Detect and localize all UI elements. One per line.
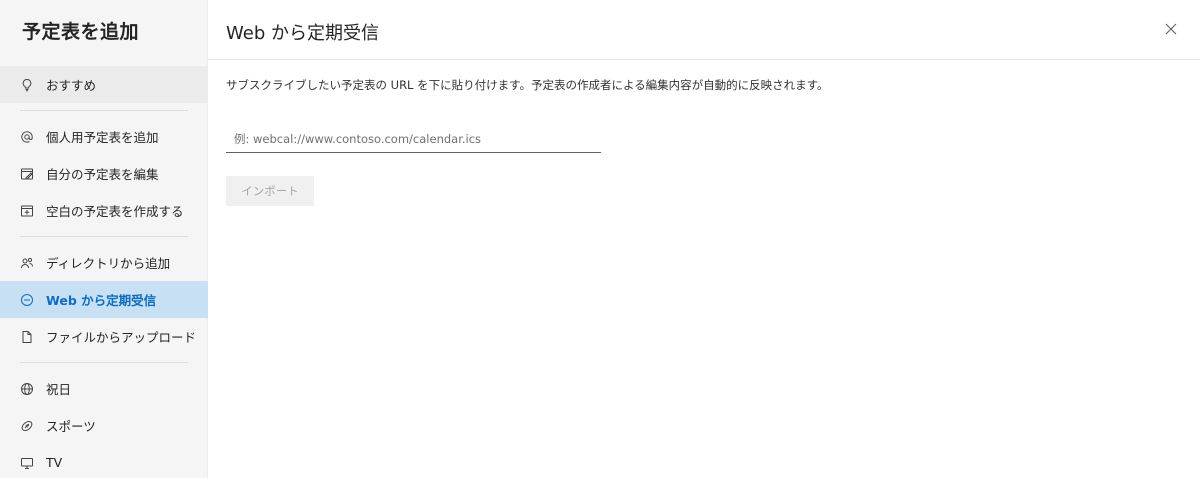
sidebar-item-create-blank[interactable]: 空白の予定表を作成する bbox=[0, 192, 208, 229]
import-button[interactable]: インポート bbox=[226, 176, 314, 206]
sports-ball-icon bbox=[20, 419, 34, 433]
globe-icon bbox=[20, 382, 34, 396]
sidebar-item-label: スポーツ bbox=[46, 419, 96, 434]
page-title: Web から定期受信 bbox=[226, 23, 379, 44]
sidebar-item-label: 祝日 bbox=[46, 382, 72, 397]
at-sign-icon bbox=[20, 130, 34, 144]
sidebar-item-subscribe-web[interactable]: Web から定期受信 bbox=[0, 281, 208, 318]
sidebar-title: 予定表を追加 bbox=[22, 21, 140, 43]
calendar-add-icon bbox=[20, 204, 34, 218]
sidebar-item-upload-file[interactable]: ファイルからアップロード bbox=[0, 318, 208, 355]
sidebar-item-sports[interactable]: スポーツ bbox=[0, 407, 208, 444]
divider bbox=[20, 110, 188, 111]
close-button[interactable] bbox=[1160, 18, 1182, 40]
document-upload-icon bbox=[20, 330, 34, 344]
people-search-icon bbox=[20, 256, 34, 270]
description-text: サブスクライブしたい予定表の URL を下に貼り付けます。予定表の作成者による編… bbox=[226, 78, 829, 92]
sidebar-nav: おすすめ 個人用予定表を追加 自分の予定表を編集 空白の予定表を作成する ディレ… bbox=[0, 66, 208, 478]
sidebar-item-from-directory[interactable]: ディレクトリから追加 bbox=[0, 244, 208, 281]
sidebar-item-holidays[interactable]: 祝日 bbox=[0, 370, 208, 407]
subscribe-icon bbox=[20, 293, 34, 307]
add-calendar-dialog: 予定表を追加 おすすめ 個人用予定表を追加 自分の予定表を編集 空白の予定表を作… bbox=[0, 0, 1200, 478]
tv-icon bbox=[20, 456, 34, 470]
calendar-edit-icon bbox=[20, 167, 34, 181]
close-icon bbox=[1165, 23, 1177, 35]
sidebar-item-label: 自分の予定表を編集 bbox=[46, 167, 159, 182]
main-header: Web から定期受信 bbox=[208, 0, 1200, 60]
sidebar-item-label: 個人用予定表を追加 bbox=[46, 130, 159, 145]
lightbulb-icon bbox=[20, 78, 34, 92]
main-panel: Web から定期受信 サブスクライブしたい予定表の URL を下に貼り付けます。… bbox=[208, 0, 1200, 478]
sidebar-item-label: おすすめ bbox=[46, 78, 97, 93]
sidebar-item-label: TV bbox=[46, 455, 63, 470]
sidebar-item-label: ディレクトリから追加 bbox=[46, 256, 171, 271]
sidebar: 予定表を追加 おすすめ 個人用予定表を追加 自分の予定表を編集 空白の予定表を作… bbox=[0, 0, 208, 478]
sidebar-item-add-personal[interactable]: 個人用予定表を追加 bbox=[0, 118, 208, 155]
sidebar-item-tv[interactable]: TV bbox=[0, 444, 208, 478]
calendar-url-input[interactable] bbox=[226, 126, 601, 153]
divider bbox=[20, 236, 188, 237]
sidebar-item-recommended[interactable]: おすすめ bbox=[0, 66, 208, 103]
sidebar-item-label: ファイルからアップロード bbox=[46, 330, 197, 345]
sidebar-item-label: Web から定期受信 bbox=[46, 293, 157, 308]
sidebar-item-label: 空白の予定表を作成する bbox=[46, 204, 184, 219]
divider bbox=[20, 362, 188, 363]
sidebar-item-edit-calendars[interactable]: 自分の予定表を編集 bbox=[0, 155, 208, 192]
